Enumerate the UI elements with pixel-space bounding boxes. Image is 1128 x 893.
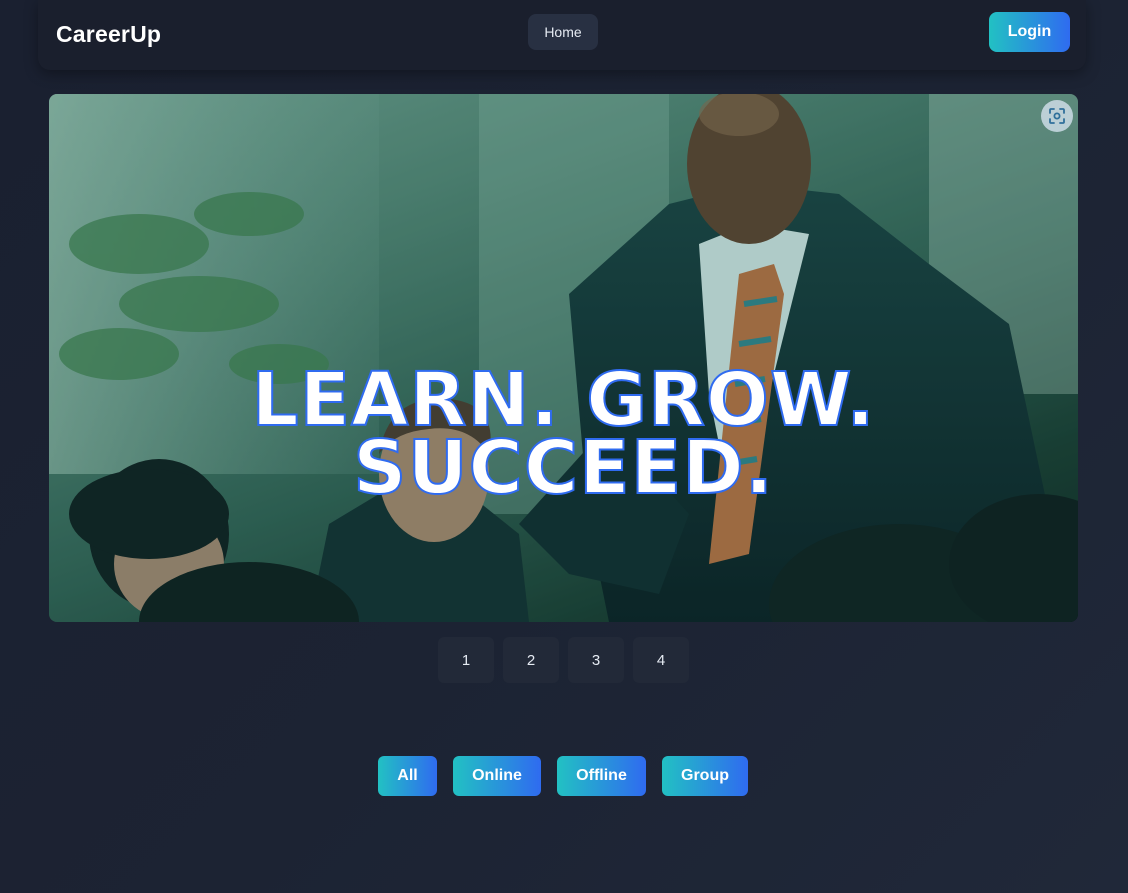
page-button-1[interactable]: 1 [438, 637, 494, 683]
page: CareerUp Home Login LEARN. GROW. SUCCEED… [0, 0, 1128, 893]
page-button-3[interactable]: 3 [568, 637, 624, 683]
brand-logo[interactable]: CareerUp [56, 21, 161, 48]
scan-icon [1049, 108, 1065, 124]
filter-all-button[interactable]: All [378, 756, 437, 796]
carousel-pagination: 1 2 3 4 [438, 637, 689, 683]
page-button-2[interactable]: 2 [503, 637, 559, 683]
filter-group-button[interactable]: Group [662, 756, 748, 796]
filter-buttons: All Online Offline Group [378, 756, 748, 796]
filter-offline-button[interactable]: Offline [557, 756, 646, 796]
login-button[interactable]: Login [989, 12, 1070, 52]
hero-title-line-1: LEARN. GROW. [250, 357, 876, 443]
hero-title-line-2: SUCCEED. [352, 425, 774, 511]
scan-button[interactable] [1041, 100, 1073, 132]
navbar: CareerUp Home Login [38, 0, 1086, 70]
nav-home-link[interactable]: Home [528, 14, 598, 50]
filter-online-button[interactable]: Online [453, 756, 541, 796]
hero-banner: LEARN. GROW. SUCCEED. [49, 94, 1078, 622]
page-button-4[interactable]: 4 [633, 637, 689, 683]
hero-title: LEARN. GROW. SUCCEED. [49, 357, 1078, 511]
